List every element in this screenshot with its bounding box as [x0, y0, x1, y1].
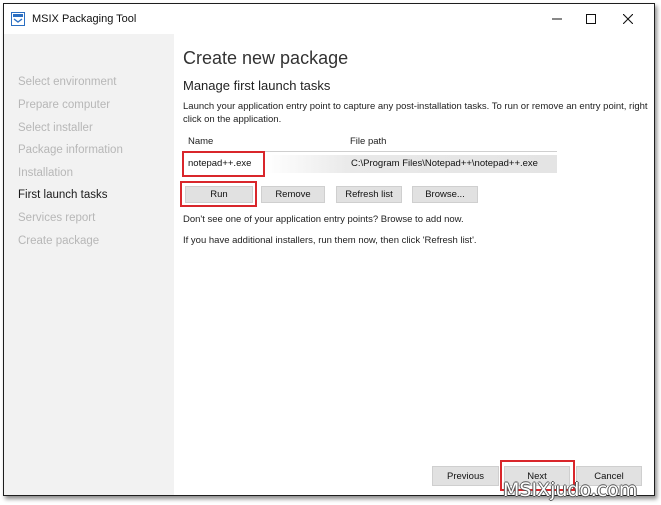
entry-name-cell: notepad++.exe	[188, 158, 252, 169]
site-watermark: MSIXjudo.com	[503, 479, 638, 501]
minimize-icon	[552, 18, 562, 20]
browse-hint-text: Don't see one of your application entry …	[183, 214, 464, 225]
minimize-button[interactable]	[542, 9, 572, 29]
window-title: MSIX Packaging Tool	[32, 13, 137, 25]
step-installation: Installation	[18, 167, 73, 179]
close-button[interactable]	[613, 9, 643, 29]
instructions-text: Launch your application entry point to c…	[183, 101, 648, 125]
step-services-report: Services report	[18, 212, 96, 224]
entry-path-cell: C:\Program Files\Notepad++\notepad++.exe	[351, 158, 538, 169]
step-create-package: Create package	[18, 235, 100, 247]
remove-button[interactable]: Remove	[261, 186, 325, 203]
maximize-icon	[586, 14, 596, 24]
title-bar[interactable]: MSIX Packaging Tool	[4, 4, 654, 34]
step-prepare-computer: Prepare computer	[18, 99, 111, 111]
step-first-launch-tasks: First launch tasks	[18, 189, 108, 201]
step-package-information: Package information	[18, 144, 123, 156]
close-icon	[623, 14, 633, 24]
app-window: MSIX Packaging Tool Select environment P…	[3, 3, 655, 496]
wizard-steps-sidebar: Select environment Prepare computer Sele…	[4, 34, 174, 495]
step-select-environment: Select environment	[18, 76, 117, 88]
section-title: Manage first launch tasks	[183, 78, 331, 93]
browse-button[interactable]: Browse...	[412, 186, 478, 203]
run-button[interactable]: Run	[185, 186, 253, 203]
previous-button[interactable]: Previous	[432, 466, 499, 486]
refresh-list-button[interactable]: Refresh list	[336, 186, 402, 203]
maximize-button[interactable]	[576, 9, 606, 29]
table-row-entry-point[interactable]: notepad++.exe C:\Program Files\Notepad++…	[183, 155, 557, 173]
table-header-divider	[183, 151, 557, 152]
step-select-installer: Select installer	[18, 122, 93, 134]
page-title: Create new package	[183, 48, 349, 68]
column-header-file-path[interactable]: File path	[350, 136, 386, 147]
refresh-hint-text: If you have additional installers, run t…	[183, 235, 477, 246]
msix-app-icon	[11, 12, 25, 26]
main-content: Create new package Manage first launch t…	[174, 34, 654, 495]
column-header-name[interactable]: Name	[188, 136, 213, 147]
